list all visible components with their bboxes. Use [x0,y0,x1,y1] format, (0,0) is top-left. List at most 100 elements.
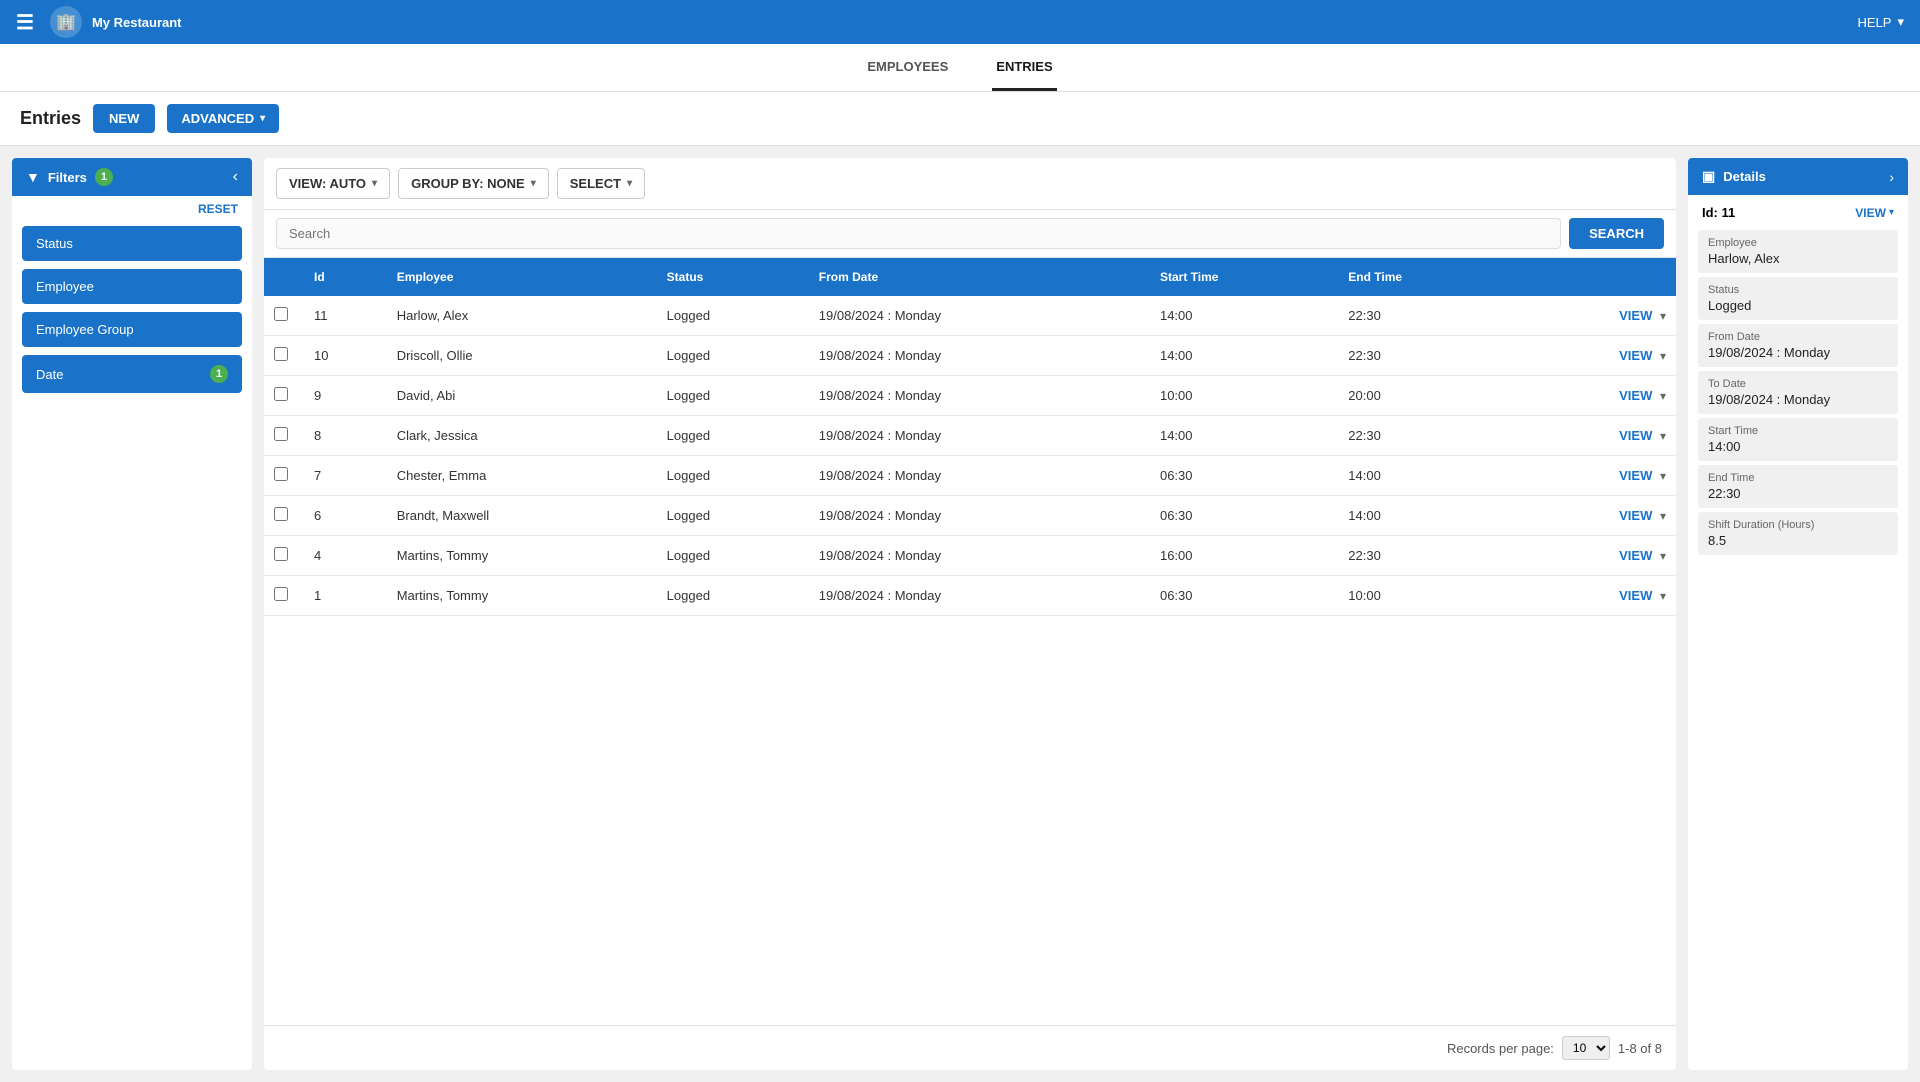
main-layout: ▼ Filters 1 ‹ RESET Status Employee Empl… [0,146,1920,1082]
row-view-link[interactable]: VIEW [1619,388,1652,403]
row-dropdown-icon[interactable]: ▾ [1660,589,1666,603]
col-end-time: End Time [1338,258,1515,296]
filter-date[interactable]: Date 1 [22,355,242,393]
row-dropdown-icon[interactable]: ▾ [1660,469,1666,483]
cell-actions: VIEW ▾ [1515,416,1676,456]
cell-actions: VIEW ▾ [1515,536,1676,576]
row-view-link[interactable]: VIEW [1619,308,1652,323]
select-button[interactable]: SELECT ▾ [557,168,645,199]
row-dropdown-icon[interactable]: ▾ [1660,349,1666,363]
view-label: VIEW: AUTO [289,176,366,191]
cell-status: Logged [657,336,809,376]
advanced-dropdown-icon: ▾ [260,113,265,124]
help-button[interactable]: HELP ▾ [1858,14,1905,30]
cell-start-time: 06:30 [1150,496,1338,536]
top-nav: ☰ 🏢 My Restaurant HELP ▾ [0,0,1920,44]
row-checkbox[interactable] [274,427,288,441]
table-row: 9 David, Abi Logged 19/08/2024 : Monday … [264,376,1676,416]
row-dropdown-icon[interactable]: ▾ [1660,429,1666,443]
row-view-link[interactable]: VIEW [1619,548,1652,563]
cell-id: 4 [304,536,387,576]
details-icon: ▣ [1702,168,1715,185]
details-panel: ▣ Details › Id: 11 VIEW ▾ Employee Harlo… [1688,158,1908,1070]
cell-employee: Martins, Tommy [387,576,657,616]
cell-status: Logged [657,576,809,616]
cell-start-time: 14:00 [1150,296,1338,336]
cell-end-time: 14:00 [1338,456,1515,496]
detail-field: End Time 22:30 [1698,465,1898,508]
cell-status: Logged [657,296,809,336]
table-row: 4 Martins, Tommy Logged 19/08/2024 : Mon… [264,536,1676,576]
filter-employee-group[interactable]: Employee Group [22,312,242,347]
cell-employee: Driscoll, Ollie [387,336,657,376]
cell-end-time: 14:00 [1338,496,1515,536]
row-checkbox[interactable] [274,547,288,561]
detail-field: To Date 19/08/2024 : Monday [1698,371,1898,414]
detail-field-value: 19/08/2024 : Monday [1708,392,1888,407]
row-checkbox[interactable] [274,587,288,601]
row-view-link[interactable]: VIEW [1619,348,1652,363]
entries-table: Id Employee Status From Date Start Time … [264,258,1676,616]
col-from-date: From Date [809,258,1150,296]
cell-status: Logged [657,376,809,416]
cell-id: 6 [304,496,387,536]
row-checkbox[interactable] [274,387,288,401]
select-label: SELECT [570,176,621,191]
advanced-button[interactable]: ADVANCED ▾ [167,104,279,133]
cell-end-time: 22:30 [1338,296,1515,336]
filter-employee[interactable]: Employee [22,269,242,304]
records-per-page-select[interactable]: 10 25 50 [1562,1036,1610,1060]
select-dropdown-icon: ▾ [627,178,632,189]
row-dropdown-icon[interactable]: ▾ [1660,549,1666,563]
search-input[interactable] [276,218,1561,249]
row-checkbox[interactable] [274,307,288,321]
col-employee: Employee [387,258,657,296]
row-checkbox[interactable] [274,467,288,481]
cell-start-time: 06:30 [1150,456,1338,496]
search-button[interactable]: SEARCH [1569,218,1664,249]
row-dropdown-icon[interactable]: ▾ [1660,389,1666,403]
detail-field: From Date 19/08/2024 : Monday [1698,324,1898,367]
group-by-label: GROUP BY: NONE [411,176,525,191]
cell-employee: Martins, Tommy [387,536,657,576]
row-dropdown-icon[interactable]: ▾ [1660,309,1666,323]
cell-from-date: 19/08/2024 : Monday [809,536,1150,576]
detail-field-value: 8.5 [1708,533,1888,548]
tab-entries[interactable]: ENTRIES [992,44,1056,91]
details-view-dropdown-icon[interactable]: ▾ [1889,207,1894,218]
sidebar-collapse-icon[interactable]: ‹ [233,168,238,186]
detail-field: Employee Harlow, Alex [1698,230,1898,273]
cell-actions: VIEW ▾ [1515,496,1676,536]
col-id: Id [304,258,387,296]
reset-button[interactable]: RESET [12,196,252,222]
details-view-button[interactable]: VIEW [1855,206,1886,220]
new-button[interactable]: NEW [93,104,155,133]
row-view-link[interactable]: VIEW [1619,508,1652,523]
advanced-label: ADVANCED [181,111,254,126]
app-logo: 🏢 [50,6,82,38]
page-title: Entries [20,108,81,129]
row-view-link[interactable]: VIEW [1619,428,1652,443]
hamburger-icon[interactable]: ☰ [16,10,34,35]
row-dropdown-icon[interactable]: ▾ [1660,509,1666,523]
table-wrapper: Id Employee Status From Date Start Time … [264,258,1676,1025]
row-view-link[interactable]: VIEW [1619,468,1652,483]
group-by-button[interactable]: GROUP BY: NONE ▾ [398,168,549,199]
page-header: Entries NEW ADVANCED ▾ [0,92,1920,146]
detail-field-value: 14:00 [1708,439,1888,454]
tab-employees[interactable]: EMPLOYEES [863,44,952,91]
cell-end-time: 10:00 [1338,576,1515,616]
row-checkbox[interactable] [274,347,288,361]
row-view-link[interactable]: VIEW [1619,588,1652,603]
view-button[interactable]: VIEW: AUTO ▾ [276,168,390,199]
detail-field-label: Status [1708,284,1888,296]
filters-header: ▼ Filters 1 ‹ [12,158,252,196]
details-id: Id: 11 [1702,205,1735,220]
cell-actions: VIEW ▾ [1515,456,1676,496]
details-header: ▣ Details › [1688,158,1908,195]
filter-status[interactable]: Status [22,226,242,261]
details-expand-icon[interactable]: › [1889,169,1894,185]
row-checkbox[interactable] [274,507,288,521]
cell-status: Logged [657,496,809,536]
cell-employee: Clark, Jessica [387,416,657,456]
